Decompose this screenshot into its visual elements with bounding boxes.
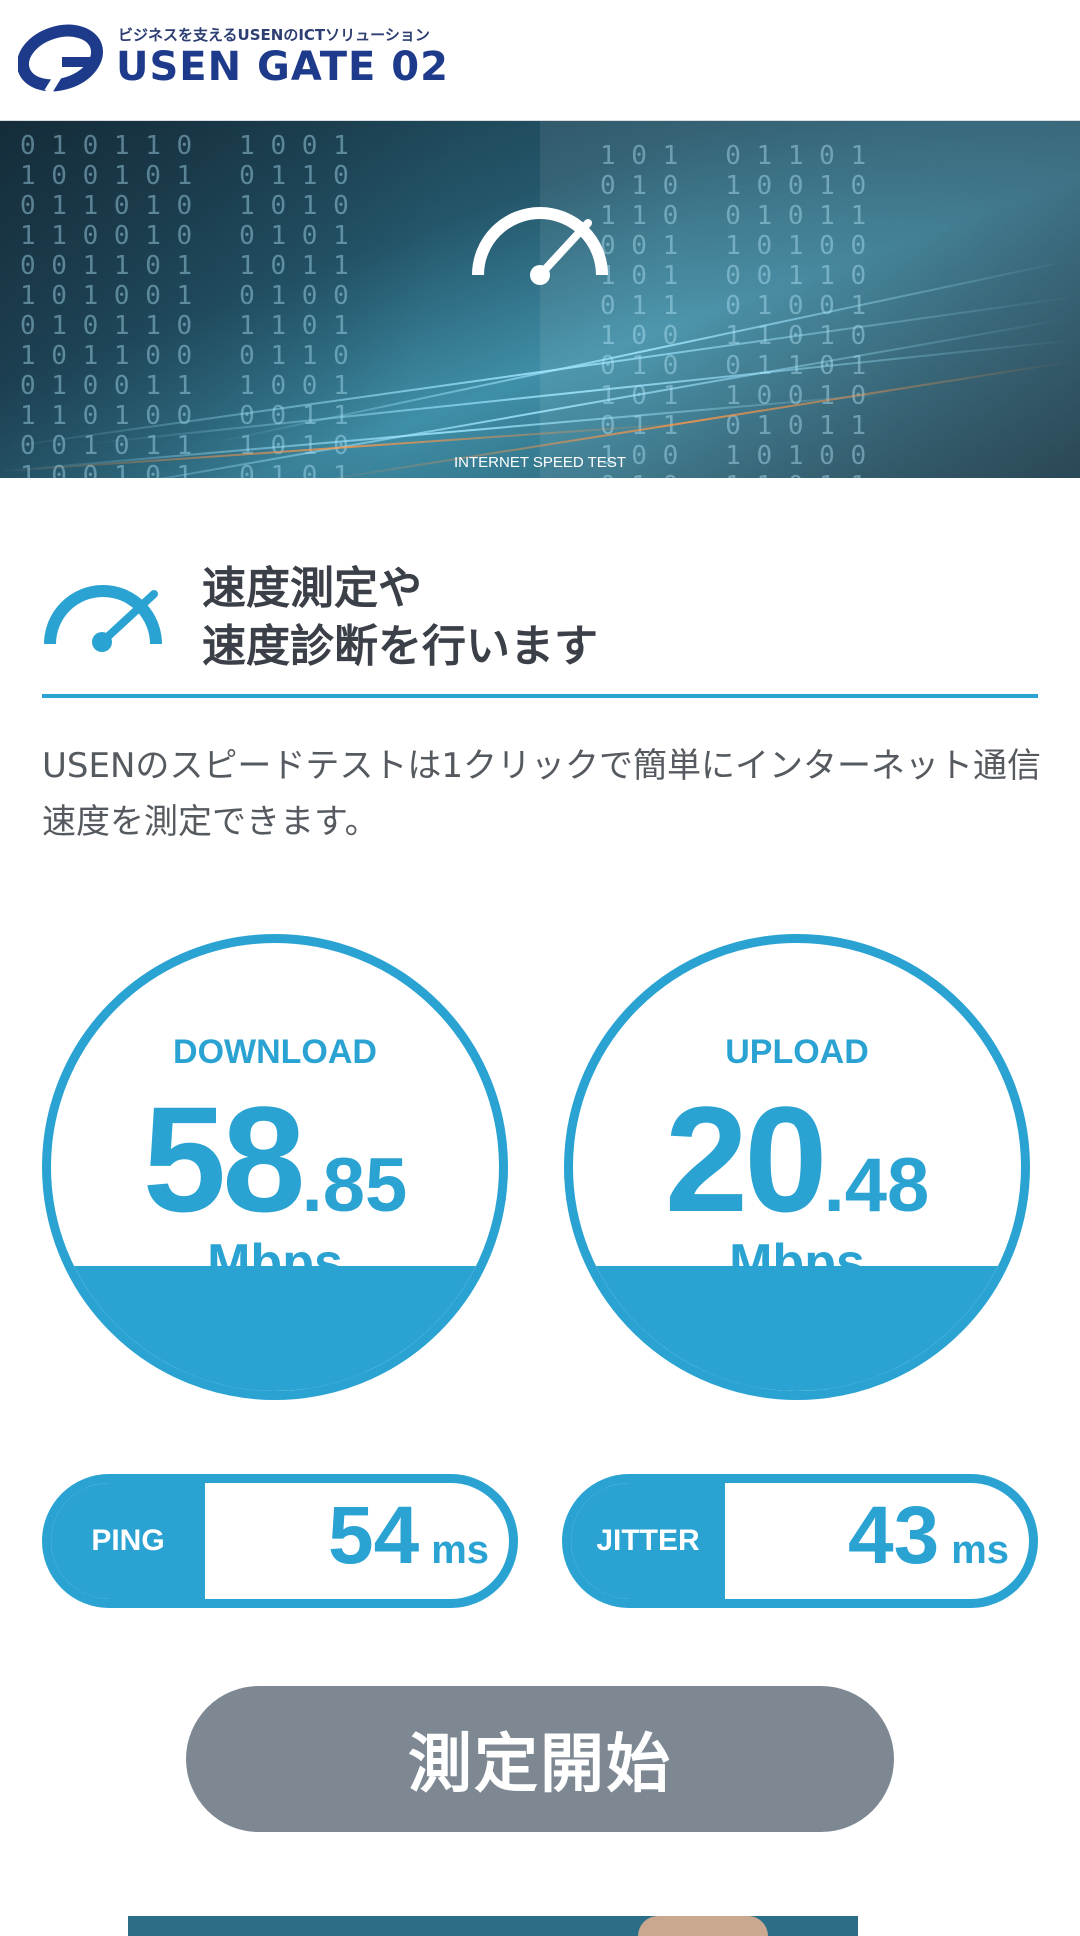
usen-logo-icon[interactable] — [18, 22, 108, 96]
section-heading: 速度測定や 速度診断を行います — [42, 560, 1038, 698]
upload-value: 20.48 — [573, 1073, 1021, 1246]
upload-unit: Mbps — [729, 1234, 865, 1292]
download-unit: Mbps — [207, 1234, 343, 1292]
hero-panel — [540, 121, 1080, 478]
jitter-result: JITTER 43 ms — [562, 1474, 1038, 1608]
upload-label: UPLOAD — [725, 1033, 869, 1071]
ping-unit: ms — [431, 1528, 489, 1572]
speedometer-icon — [472, 207, 608, 285]
download-label: DOWNLOAD — [173, 1033, 377, 1071]
ping-label: PING — [51, 1483, 205, 1599]
hero-caption: INTERNET SPEED TEST — [454, 454, 626, 471]
download-value-int: 58 — [142, 1075, 306, 1243]
upload-value-dec: .48 — [823, 1143, 930, 1228]
speedometer-icon — [44, 585, 162, 652]
section-description: USENのスピードテストは1クリックで簡単にインターネット通信速度を測定できます… — [42, 746, 1042, 842]
jitter-value-group: 43 ms — [848, 1489, 1009, 1583]
upload-gauge: UPLOAD 20.48 Mbps — [564, 934, 1030, 1400]
upload-value-int: 20 — [664, 1075, 828, 1243]
promo-banner-image — [638, 1916, 768, 1936]
ping-value-group: 54 ms — [328, 1489, 489, 1583]
section-title: 速度測定や 速度診断を行います — [202, 560, 598, 676]
site-header: ビジネスを支えるUSENのICTソリューション USEN GATE 02 — [0, 0, 1080, 122]
hero-banner: 0 1 0 1 1 0 1 0 0 1 1 0 0 1 0 1 0 1 1 0 … — [0, 121, 1080, 478]
logo-name[interactable]: USEN GATE 02 — [116, 44, 449, 90]
start-test-button[interactable]: 測定開始 — [186, 1686, 894, 1832]
section-title-line1: 速度測定や — [202, 563, 422, 614]
ping-value: 54 — [327, 1490, 420, 1581]
logo-tagline: ビジネスを支えるUSENのICTソリューション — [118, 26, 430, 44]
jitter-value: 43 — [847, 1490, 940, 1581]
download-gauge: DOWNLOAD 58.85 Mbps — [42, 934, 508, 1400]
ping-result: PING 54 ms — [42, 1474, 518, 1608]
download-value: 58.85 — [51, 1073, 499, 1246]
download-value-dec: .85 — [301, 1143, 408, 1228]
promo-banner[interactable] — [128, 1916, 858, 1936]
hero-digit-pattern: 0 1 0 1 1 0 1 0 0 1 1 0 0 1 0 1 0 1 1 0 … — [20, 131, 349, 478]
section-title-line2: 速度診断を行います — [202, 621, 598, 672]
jitter-unit: ms — [951, 1528, 1009, 1572]
jitter-label: JITTER — [571, 1483, 725, 1599]
